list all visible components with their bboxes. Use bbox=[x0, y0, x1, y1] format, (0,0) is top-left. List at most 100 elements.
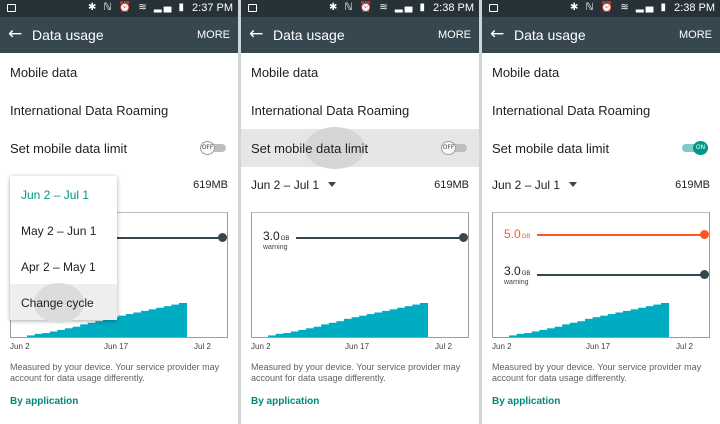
status-bar: ✱ ℕ ⏰ ≋ ▂▄ ▮ 2:37 PM bbox=[0, 0, 238, 17]
usage-bar bbox=[65, 328, 73, 337]
mobile-data-row[interactable]: Mobile data bbox=[482, 54, 720, 90]
usage-bar bbox=[539, 329, 548, 337]
cycle-option[interactable]: Jun 2 – Jul 1 bbox=[10, 176, 117, 212]
usage-bar bbox=[524, 333, 533, 337]
usage-bar bbox=[80, 324, 89, 337]
data-limit-row[interactable]: Set mobile data limit OFF bbox=[241, 127, 479, 169]
change-cycle-option[interactable]: Change cycle bbox=[10, 283, 117, 323]
mobile-data-row[interactable]: Mobile data bbox=[0, 54, 238, 90]
usage-bar bbox=[87, 322, 96, 337]
usage-bar bbox=[275, 333, 284, 337]
data-limit-handle[interactable] bbox=[700, 230, 709, 239]
screen-panel-3: ✱ ℕ ⏰ ≋ ▂▄ ▮ 2:38 PM ← Data usage MORE M… bbox=[482, 0, 720, 424]
more-button[interactable]: MORE bbox=[438, 29, 471, 41]
status-icons: ✱ ℕ ⏰ ≋ ▂▄ ▮ bbox=[570, 2, 668, 13]
data-limit-row[interactable]: Set mobile data limit OFF bbox=[0, 129, 238, 167]
gallery-notification-icon bbox=[489, 4, 498, 12]
usage-bar bbox=[171, 304, 180, 337]
status-icons: ✱ ℕ ⏰ ≋ ▂▄ ▮ bbox=[329, 2, 427, 13]
usage-bar bbox=[420, 303, 428, 337]
warning-limit-handle[interactable] bbox=[700, 270, 709, 279]
usage-bar bbox=[103, 318, 111, 337]
cycle-dropdown[interactable]: Jun 2 – Jul 1 bbox=[251, 178, 337, 192]
by-application-link[interactable]: By application bbox=[251, 396, 319, 407]
cycle-popup-menu: Jun 2 – Jul 1 May 2 – Jun 1 Apr 2 – May … bbox=[10, 176, 117, 323]
data-limit-label: Set mobile data limit bbox=[10, 141, 128, 156]
usage-chart: 3.0GB warning bbox=[251, 212, 469, 338]
arrow-left-icon[interactable]: ← bbox=[249, 24, 263, 44]
usage-bar bbox=[509, 335, 517, 337]
x-tick-label: Jun 17 bbox=[104, 342, 129, 351]
usage-bar bbox=[118, 315, 127, 337]
usage-bar bbox=[359, 315, 368, 337]
cycle-option[interactable]: May 2 – Jun 1 bbox=[10, 212, 117, 248]
usage-bar bbox=[306, 328, 314, 337]
usage-bar bbox=[547, 328, 555, 337]
usage-bar bbox=[283, 333, 292, 337]
status-bar: ✱ ℕ ⏰ ≋ ▂▄ ▮ 2:38 PM bbox=[482, 0, 720, 17]
data-limit-toggle[interactable]: OFF bbox=[200, 141, 226, 155]
data-limit-line[interactable] bbox=[537, 234, 701, 236]
usage-bar bbox=[72, 326, 81, 337]
arrow-left-icon[interactable]: ← bbox=[490, 24, 504, 44]
data-limit-row[interactable]: Set mobile data limit ON bbox=[482, 129, 720, 167]
data-limit-label: Set mobile data limit bbox=[251, 141, 369, 156]
by-application-link[interactable]: By application bbox=[10, 396, 78, 407]
status-time: 2:37 PM bbox=[192, 2, 233, 14]
status-time: 2:38 PM bbox=[674, 2, 715, 14]
status-time: 2:38 PM bbox=[433, 2, 474, 14]
page-title: Data usage bbox=[514, 27, 586, 43]
warning-limit-handle[interactable] bbox=[218, 233, 227, 242]
roaming-row[interactable]: International Data Roaming bbox=[0, 92, 238, 128]
arrow-left-icon[interactable]: ← bbox=[8, 24, 22, 44]
usage-bar bbox=[615, 312, 624, 337]
x-tick-label: Jul 2 bbox=[435, 342, 452, 351]
usage-bar bbox=[577, 321, 586, 337]
status-bar: ✱ ℕ ⏰ ≋ ▂▄ ▮ 2:38 PM bbox=[241, 0, 479, 17]
cycle-option[interactable]: Apr 2 – May 1 bbox=[10, 248, 117, 284]
usage-bar bbox=[382, 310, 390, 337]
more-button[interactable]: MORE bbox=[679, 29, 712, 41]
data-limit-toggle[interactable]: ON bbox=[682, 141, 708, 155]
usage-bar bbox=[397, 307, 406, 337]
mobile-data-label: Mobile data bbox=[10, 65, 78, 80]
usage-bar bbox=[516, 333, 525, 337]
usage-bar bbox=[569, 322, 578, 337]
roaming-row[interactable]: International Data Roaming bbox=[482, 92, 720, 128]
usage-bar bbox=[179, 303, 187, 337]
usage-bar bbox=[313, 326, 322, 337]
app-bar: ← Data usage MORE bbox=[0, 17, 238, 53]
roaming-row[interactable]: International Data Roaming bbox=[241, 92, 479, 128]
usage-bar bbox=[27, 335, 35, 337]
warning-limit-line[interactable] bbox=[537, 274, 701, 276]
x-tick-label: Jun 2 bbox=[492, 342, 512, 351]
usage-bar bbox=[645, 306, 654, 337]
usage-bar bbox=[404, 306, 413, 337]
warning-limit-handle[interactable] bbox=[459, 233, 468, 242]
measurement-note: Measured by your device. Your service pr… bbox=[10, 362, 220, 383]
roaming-label: International Data Roaming bbox=[492, 103, 651, 118]
data-limit-toggle[interactable]: OFF bbox=[441, 141, 467, 155]
usage-bar bbox=[607, 314, 616, 337]
usage-bar bbox=[133, 312, 142, 337]
usage-bar bbox=[95, 321, 104, 337]
usage-bar bbox=[412, 304, 421, 337]
usage-bar bbox=[268, 335, 276, 337]
usage-bar bbox=[623, 310, 631, 337]
usage-bar bbox=[630, 309, 639, 337]
x-tick-label: Jun 17 bbox=[345, 342, 370, 351]
screen-panel-2: ✱ ℕ ⏰ ≋ ▂▄ ▮ 2:38 PM ← Data usage MORE M… bbox=[241, 0, 479, 424]
usage-bar bbox=[328, 322, 337, 337]
mobile-data-label: Mobile data bbox=[492, 65, 560, 80]
more-button[interactable]: MORE bbox=[197, 29, 230, 41]
x-tick-label: Jul 2 bbox=[676, 342, 693, 351]
usage-bar bbox=[661, 303, 669, 337]
cycle-dropdown[interactable]: Jun 2 – Jul 1 bbox=[492, 178, 578, 192]
usage-bar bbox=[585, 318, 593, 337]
measurement-note: Measured by your device. Your service pr… bbox=[492, 362, 702, 383]
by-application-link[interactable]: By application bbox=[492, 396, 560, 407]
usage-bar bbox=[638, 307, 647, 337]
warning-limit-line[interactable] bbox=[296, 237, 460, 239]
usage-bar bbox=[148, 309, 157, 337]
mobile-data-row[interactable]: Mobile data bbox=[241, 54, 479, 90]
